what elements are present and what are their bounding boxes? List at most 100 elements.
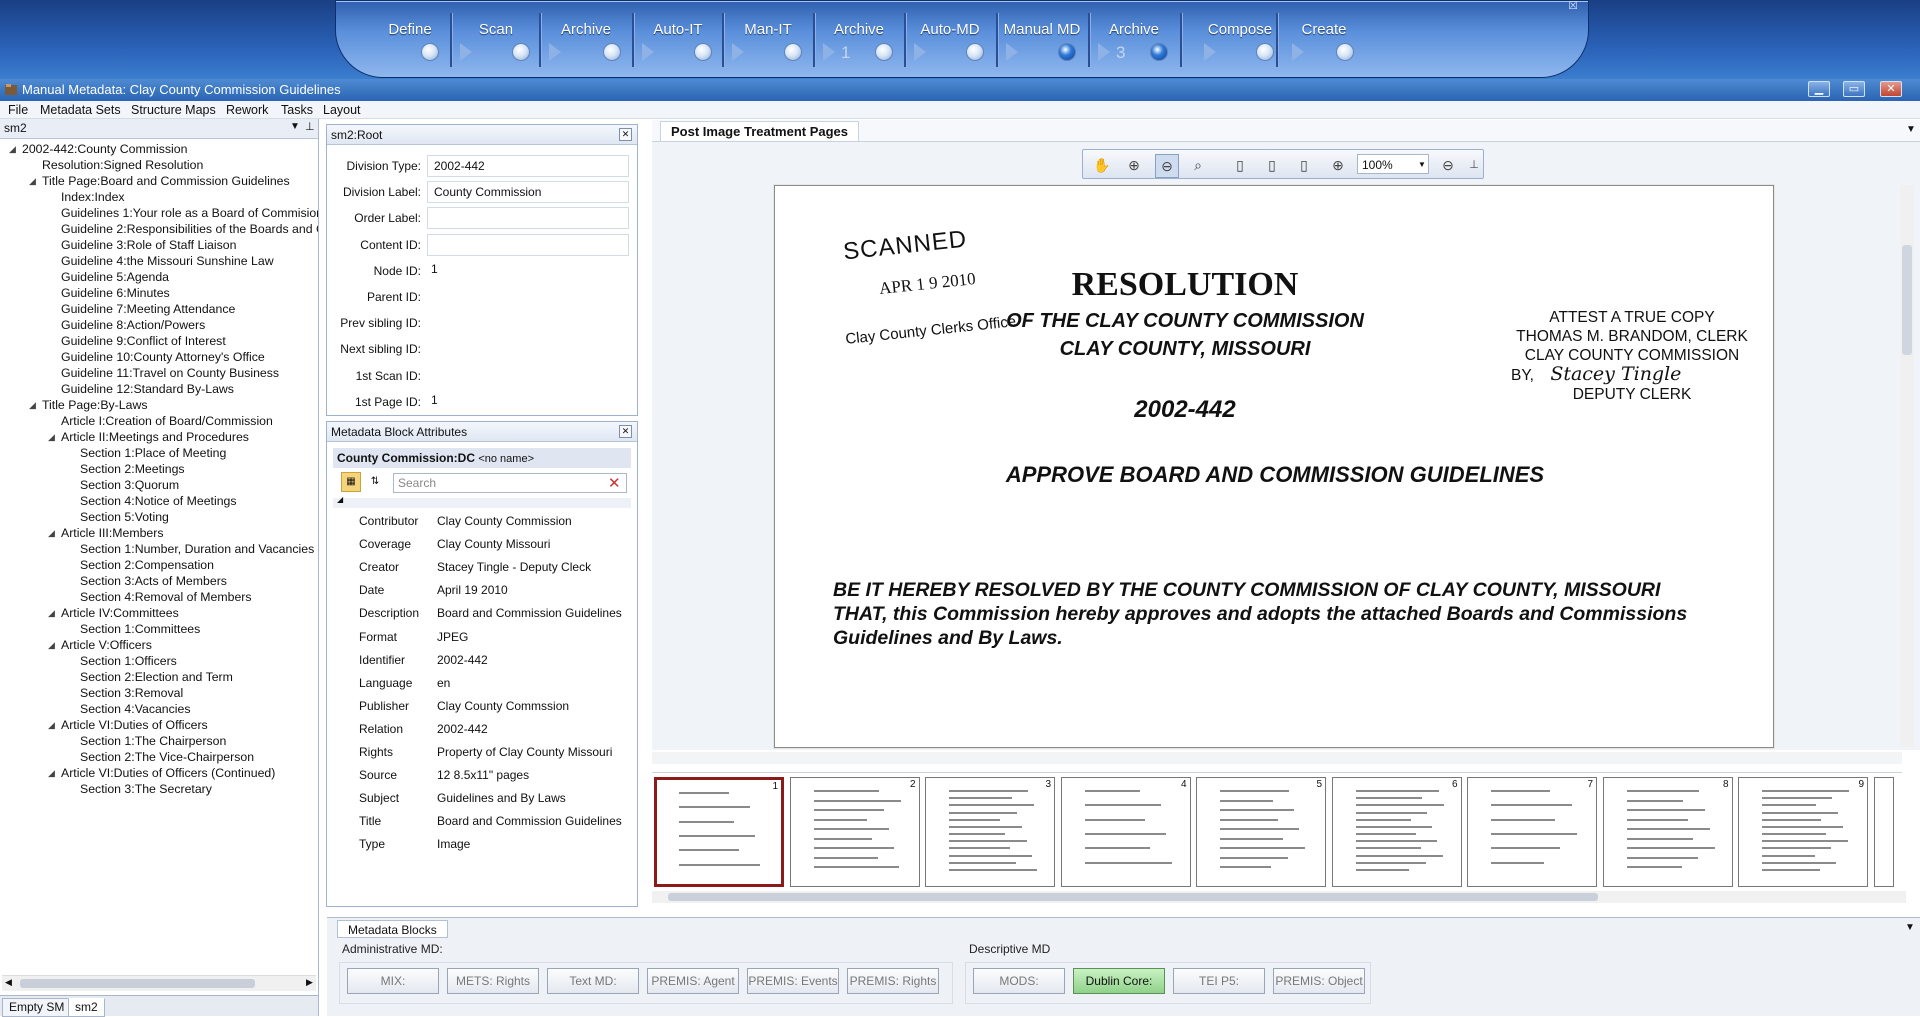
tree-node[interactable]: Guideline 3:Role of Staff Liaison (61, 237, 236, 253)
tree-node[interactable]: Article V:Officers (61, 637, 152, 653)
tree-node[interactable]: Section 2:The Vice-Chairperson (80, 749, 254, 765)
menu-metadata-sets[interactable]: Metadata Sets (40, 103, 121, 117)
workflow-step-archive[interactable]: Archive 1 (815, 7, 903, 71)
categorized-icon[interactable]: ▦ (341, 472, 361, 492)
fit-page-icon[interactable]: ▯ (1229, 154, 1251, 176)
tree-node[interactable]: Section 1:Officers (80, 653, 177, 669)
scroll-right-icon[interactable]: ▶ (306, 977, 313, 988)
collapse-icon[interactable]: ◢ (337, 495, 343, 504)
viewer-vertical-scrollbar[interactable] (1900, 185, 1914, 747)
property-row[interactable]: Date April 19 2010 (333, 579, 631, 602)
tree-node[interactable]: Section 4:Removal of Members (80, 589, 252, 605)
scrollbar-thumb[interactable] (1902, 245, 1912, 355)
admin-md-button[interactable]: Text MD: (547, 968, 639, 994)
tree-node[interactable]: Article II:Meetings and Procedures (61, 429, 249, 445)
property-row[interactable]: Title Board and Commission Guidelines (333, 810, 631, 833)
field-input[interactable] (427, 233, 629, 256)
tree-node[interactable]: Index:Index (61, 189, 125, 205)
expand-toggle-icon[interactable]: ◢ (48, 768, 55, 779)
field-input[interactable]: 2002-442 (427, 155, 629, 177)
tree-horizontal-scrollbar[interactable]: ◀ ▶ (2, 975, 316, 991)
workflow-step-compose[interactable]: Compose (1196, 7, 1284, 71)
tree-node[interactable]: Guideline 12:Standard By-Laws (61, 381, 234, 397)
tree-node[interactable]: Guideline 9:Conflict of Interest (61, 333, 226, 349)
tree-node[interactable]: Article IV:Committees (61, 605, 179, 621)
tree-node[interactable]: Section 2:Election and Term (80, 669, 233, 685)
property-row[interactable]: Source 12 8.5x11" pages (333, 764, 631, 787)
panel-close-icon[interactable]: ✕ (619, 425, 632, 438)
tree-node[interactable]: Article VI:Duties of Officers (Continued… (61, 765, 275, 781)
property-row[interactable]: Creator Stacey Tingle - Deputy Cleck (333, 556, 631, 579)
chevron-down-icon[interactable]: ▼ (1418, 155, 1426, 175)
expand-toggle-icon[interactable]: ◢ (48, 640, 55, 651)
maximize-button[interactable]: ▭ (1843, 81, 1865, 97)
viewer-horizontal-scrollbar[interactable] (652, 752, 1902, 764)
fit-width-icon[interactable]: ▯ (1261, 154, 1283, 176)
property-row[interactable]: Subject Guidelines and By Laws (333, 787, 631, 810)
viewer-menu-icon[interactable]: ▼ (1906, 124, 1916, 135)
workflow-step-auto-it[interactable]: Auto-IT (634, 7, 722, 71)
desc-md-button[interactable]: PREMIS: Object (1273, 968, 1365, 994)
tree-node[interactable]: Article I:Creation of Board/Commission (61, 413, 273, 429)
page-thumbnail[interactable]: 7 (1467, 777, 1597, 887)
zoom-select[interactable]: 100% ▼ (1357, 154, 1429, 174)
page-thumbnail[interactable]: 4 (1060, 777, 1191, 887)
tree-node[interactable]: Section 4:Notice of Meetings (80, 493, 237, 509)
search-input[interactable]: Search ✕ (393, 473, 627, 493)
tree-node[interactable]: Section 1:The Chairperson (80, 733, 226, 749)
expand-toggle-icon[interactable]: ◢ (48, 720, 55, 731)
page-thumbnail[interactable]: 5 (1196, 777, 1326, 887)
menu-structure-maps[interactable]: Structure Maps (131, 103, 216, 117)
property-row[interactable]: Language en (333, 672, 631, 695)
page-thumbnail[interactable] (1873, 777, 1894, 887)
workflow-close-icon[interactable]: ☒ (1566, 0, 1580, 12)
menu-file[interactable]: File (8, 103, 28, 117)
tree-node[interactable]: Section 3:Removal (80, 685, 183, 701)
property-row[interactable]: Format JPEG (333, 626, 631, 649)
tree-node[interactable]: Section 1:Committees (80, 621, 200, 637)
expand-toggle-icon[interactable]: ◢ (29, 176, 36, 187)
tree-node[interactable]: Section 2:Compensation (80, 557, 214, 573)
zoom-region-icon[interactable]: ⌕ (1187, 154, 1209, 176)
tree-node[interactable]: Section 1:Place of Meeting (80, 445, 226, 461)
workflow-step-scan[interactable]: Scan (452, 7, 540, 71)
tree-node[interactable]: Guideline 10:County Attorney's Office (61, 349, 265, 365)
field-input[interactable] (427, 207, 629, 230)
zoom-out-icon[interactable]: ⊖ (1155, 154, 1179, 178)
scrollbar-thumb[interactable] (20, 979, 255, 988)
admin-md-button[interactable]: METS: Rights (447, 968, 539, 994)
menu-tasks[interactable]: Tasks (281, 103, 313, 117)
tree-node[interactable]: Guidelines 1:Your role as a Board of Com… (61, 205, 318, 221)
property-row[interactable]: Relation 2002-442 (333, 718, 631, 741)
expand-toggle-icon[interactable]: ◢ (9, 144, 16, 155)
tree-node[interactable]: Article VI:Duties of Officers (61, 717, 208, 733)
property-row[interactable]: Contributor Clay County Commission (333, 510, 631, 533)
actual-size-icon[interactable]: ▯ (1293, 154, 1315, 176)
tree-node[interactable]: Guideline 5:Agenda (61, 269, 169, 285)
tree-node[interactable]: Article III:Members (61, 525, 164, 541)
admin-md-button[interactable]: PREMIS: Rights (847, 968, 939, 994)
desc-md-button[interactable]: Dublin Core: (1073, 968, 1165, 994)
sort-alpha-icon[interactable]: ⇅ (365, 472, 385, 492)
tree-node[interactable]: Guideline 4:the Missouri Sunshine Law (61, 253, 274, 269)
tree-node[interactable]: Section 4:Vacancies (80, 701, 191, 717)
scroll-left-icon[interactable]: ◀ (5, 977, 12, 988)
tab-empty-sm[interactable]: Empty SM (2, 998, 72, 1017)
tree-node[interactable]: Guideline 11:Travel on County Business (61, 365, 279, 381)
dropdown-icon[interactable]: ▼ (290, 121, 300, 132)
property-row[interactable]: Rights Property of Clay County Missouri (333, 741, 631, 764)
field-input[interactable]: County Commission (427, 181, 629, 204)
tree-node[interactable]: Resolution:Signed Resolution (42, 157, 203, 173)
tree-node[interactable]: Title Page:By-Laws (42, 397, 147, 413)
tree-node[interactable]: Section 5:Voting (80, 509, 169, 525)
property-row[interactable]: Publisher Clay County Commssion (333, 695, 631, 718)
tree-node[interactable]: Guideline 8:Action/Powers (61, 317, 205, 333)
tree-node[interactable]: Title Page:Board and Commission Guidelin… (42, 173, 290, 189)
tree-node[interactable]: Guideline 6:Minutes (61, 285, 170, 301)
clear-search-icon[interactable]: ✕ (608, 474, 621, 492)
menu-rework[interactable]: Rework (226, 103, 268, 117)
pan-hand-icon[interactable]: ✋ (1091, 154, 1113, 176)
expand-toggle-icon[interactable]: ◢ (48, 528, 55, 539)
zoom-in-icon[interactable]: ⊕ (1123, 154, 1145, 176)
structure-map-selector[interactable]: sm2 ▼ ⊥ (0, 119, 318, 139)
